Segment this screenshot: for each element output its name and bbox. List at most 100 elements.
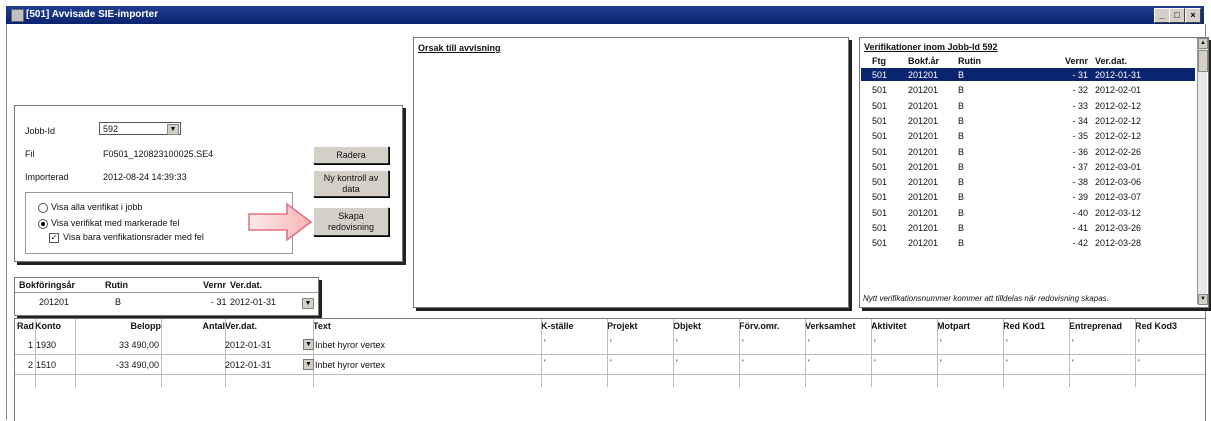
table-cell[interactable]: ': [940, 338, 1000, 348]
table-cell[interactable]: ': [1072, 338, 1132, 348]
verlist-cell: 201201: [908, 70, 939, 80]
table-cell[interactable]: ': [808, 338, 868, 348]
verlist-scrollbar[interactable]: ▲ ▼: [1197, 38, 1208, 305]
chevron-down-icon[interactable]: ▼: [302, 298, 314, 309]
verlist-row[interactable]: 501 201201 B - 31 2012-01-31: [861, 68, 1195, 81]
rader-col-header: Entreprenad: [1069, 321, 1123, 331]
table-cell[interactable]: 2012-01-31: [225, 360, 283, 370]
table-cell[interactable]: ': [874, 338, 934, 348]
verlist-cell: B: [958, 177, 965, 188]
table-cell[interactable]: ': [544, 358, 604, 368]
radio-show-all[interactable]: [38, 203, 48, 213]
radio-show-marked[interactable]: [38, 219, 48, 229]
table-cell[interactable]: ': [544, 338, 604, 348]
table-cell[interactable]: ': [676, 358, 736, 368]
rader-col-header: Rad: [17, 321, 35, 331]
verlist-row[interactable]: 501 201201 B - 37 2012-03-01: [861, 160, 1195, 173]
chevron-down-icon[interactable]: ▼: [303, 339, 314, 350]
table-cell[interactable]: 1930: [36, 340, 74, 350]
table-cell[interactable]: ': [742, 358, 802, 368]
verdat-dropdown[interactable]: ▼: [301, 297, 314, 310]
app-icon: [11, 9, 24, 22]
verlist-col-header: Ver.dat.: [1095, 56, 1128, 66]
table-cell[interactable]: 33 490,00: [75, 340, 159, 350]
jobb-select[interactable]: 592 ▼: [99, 122, 181, 135]
verlist-header: Ftg Bokf.år Rutin Vernr Ver.dat.: [860, 55, 1195, 67]
rader-col-header: Text: [313, 321, 331, 331]
verlist-cell: 501: [872, 207, 888, 218]
table-cell[interactable]: 2: [17, 360, 33, 370]
table-cell[interactable]: ': [1072, 358, 1132, 368]
table-row[interactable]: 1 1930 33 490,00 2012-01-31 ▼ Inbet hyror ver…: [15, 335, 1205, 355]
verlist-cell: 201201: [908, 131, 939, 142]
verlist-col-header: Vernr: [1064, 56, 1088, 66]
maximize-button[interactable]: □: [1169, 8, 1185, 23]
verdat-value: 2012-01-31: [230, 297, 277, 307]
verlist-row[interactable]: 501 201201 B - 36 2012-02-26: [861, 145, 1195, 158]
ny-kontroll-button[interactable]: Ny kontroll av data: [313, 170, 389, 197]
verlist-row[interactable]: 501 201201 B - 32 2012-02-01: [861, 83, 1195, 96]
table-cell[interactable]: ': [1006, 358, 1066, 368]
table-cell[interactable]: ': [1006, 338, 1066, 348]
column-divider: [1135, 319, 1136, 387]
table-row[interactable]: 2 1510 -33 490,00 2012-01-31 ▼ Inbet hyror ve…: [15, 355, 1205, 375]
scroll-down-icon[interactable]: ▼: [1198, 294, 1208, 305]
vernr-label: Vernr: [203, 280, 227, 290]
column-divider: [1003, 319, 1004, 387]
verlist-row[interactable]: 501 201201 B - 35 2012-02-12: [861, 129, 1195, 142]
table-cell[interactable]: 1510: [36, 360, 74, 370]
importerad-value: 2012-08-24 14:39:33: [103, 172, 187, 182]
verlist-row[interactable]: 501 201201 B - 41 2012-03-26: [861, 221, 1195, 234]
verlist-cell: - 36: [1072, 146, 1088, 157]
rader-col-header: Konto: [35, 321, 61, 331]
scroll-up-icon[interactable]: ▲: [1198, 38, 1208, 49]
column-divider: [225, 319, 226, 387]
rader-col-header: Ver.dat.: [225, 321, 258, 331]
table-cell[interactable]: 2012-01-31: [225, 340, 283, 350]
table-cell[interactable]: Inbet hyror vertex: [315, 340, 539, 350]
table-cell[interactable]: -33 490,00: [75, 360, 159, 370]
radera-button[interactable]: Radera: [313, 146, 389, 164]
table-cell[interactable]: ': [676, 338, 736, 348]
chevron-down-icon[interactable]: ▼: [303, 359, 314, 370]
verlist-cell: 201201: [908, 192, 939, 203]
verlist-row[interactable]: 501 201201 B - 33 2012-02-12: [861, 99, 1195, 112]
table-cell[interactable]: ': [742, 338, 802, 348]
chevron-down-icon[interactable]: ▼: [167, 124, 179, 135]
verlist-cell: B: [958, 85, 965, 96]
jobb-value: 592: [103, 124, 119, 134]
table-cell[interactable]: ': [610, 338, 670, 348]
verlist-title: Verifikationer inom Jobb-Id 592: [864, 42, 998, 52]
table-cell[interactable]: 1: [17, 340, 33, 350]
verlist-row[interactable]: 501 201201 B - 42 2012-03-28: [861, 236, 1195, 249]
verlist-row[interactable]: 501 201201 B - 39 2012-03-07: [861, 190, 1195, 203]
verlist-row[interactable]: 501 201201 B - 34 2012-02-12: [861, 114, 1195, 127]
table-cell[interactable]: ': [940, 358, 1000, 368]
close-button[interactable]: ×: [1185, 8, 1201, 23]
skapa-redovisning-button[interactable]: Skapa redovisning: [313, 207, 389, 236]
table-cell[interactable]: ': [610, 358, 670, 368]
verlist-cell: 2012-03-28: [1095, 238, 1142, 249]
verlist-row[interactable]: 501 201201 B - 38 2012-03-06: [861, 175, 1195, 188]
verlist-cell: B: [958, 146, 965, 157]
verlist-cell: 201201: [908, 223, 939, 233]
verlist-col-header: Bokf.år: [908, 56, 940, 66]
verlist-cell: 501: [872, 131, 888, 142]
verlist-cell: - 33: [1072, 100, 1088, 111]
rader-table: Rad Konto Belopp Antal Ver.dat. Text K-ställe P…: [14, 318, 1206, 421]
table-cell[interactable]: ': [1138, 358, 1198, 368]
table-cell[interactable]: ': [874, 358, 934, 368]
verlist-row[interactable]: 501 201201 B - 40 2012-03-12: [861, 206, 1195, 219]
table-cell[interactable]: ': [808, 358, 868, 368]
checkbox-rows-with-errors[interactable]: ✓: [49, 233, 59, 243]
column-divider: [313, 319, 314, 387]
minimize-button[interactable]: _: [1154, 8, 1170, 23]
table-cell[interactable]: Inbet hyror vertex: [315, 360, 539, 370]
verlist-cell: 201201: [908, 85, 939, 96]
bokf-label: Bokföringsår: [19, 280, 76, 290]
radio-show-marked-label: Visa verifikat med markerade fel: [51, 218, 180, 228]
column-divider: [75, 319, 76, 387]
verlist-cell: 201201: [908, 238, 939, 249]
scroll-thumb[interactable]: [1198, 50, 1208, 72]
table-cell[interactable]: ': [1138, 338, 1198, 348]
